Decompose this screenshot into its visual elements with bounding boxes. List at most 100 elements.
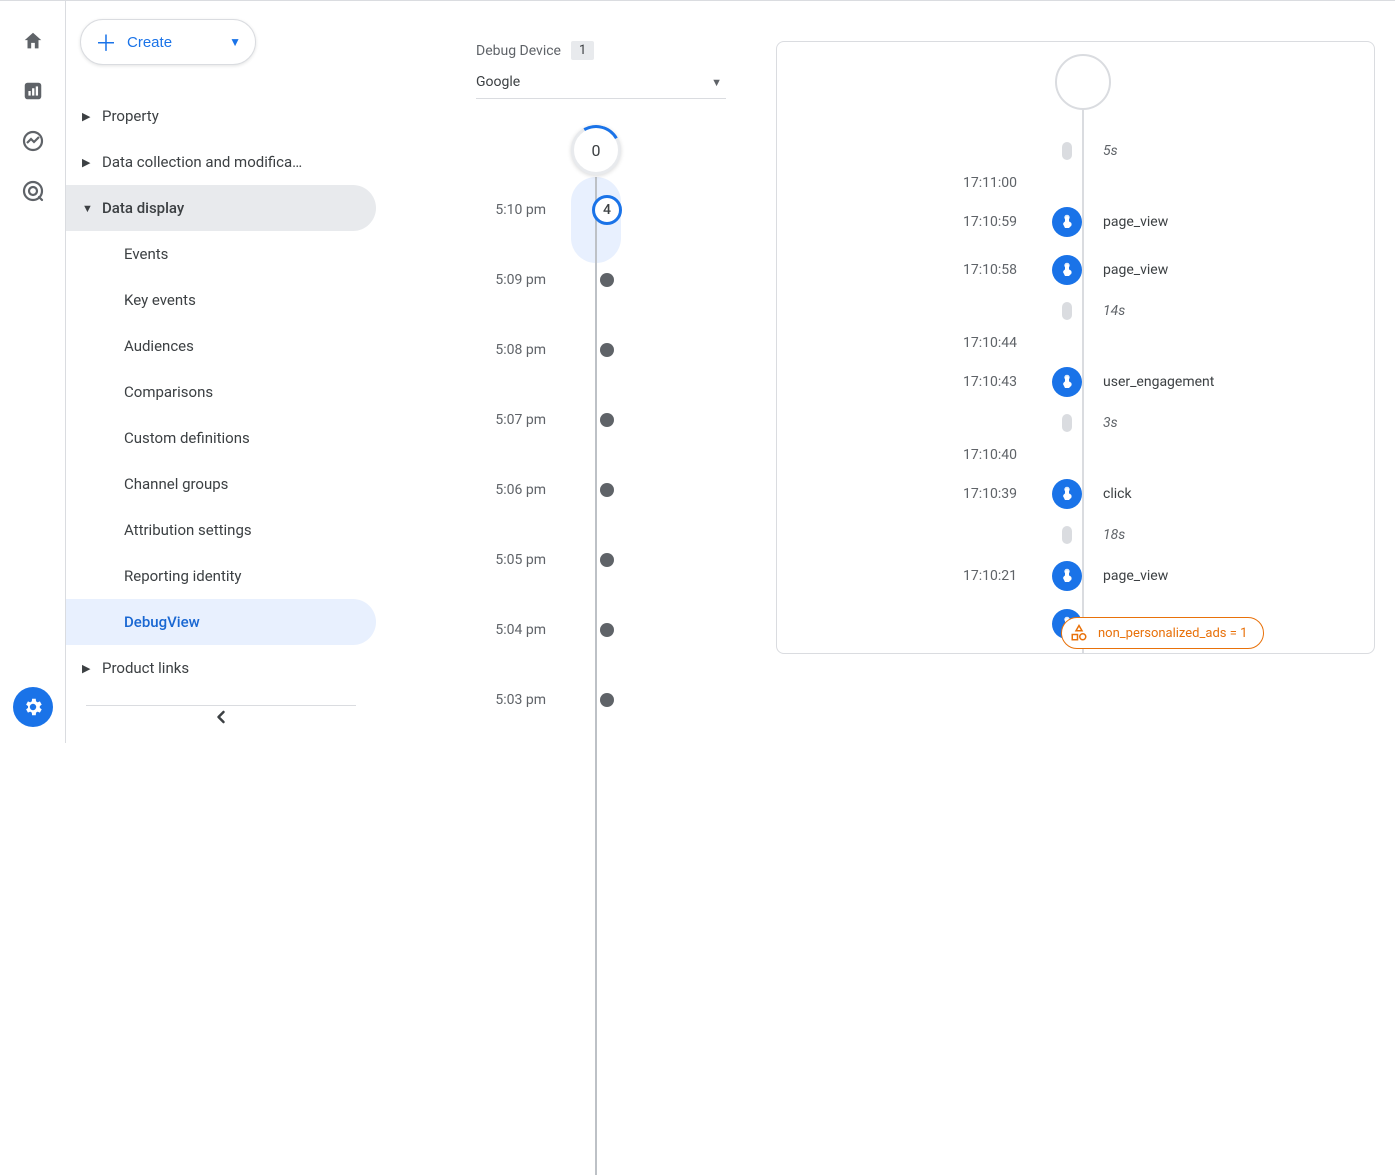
event-label: page_view: [1087, 262, 1168, 278]
tree-sub-debugview[interactable]: DebugView: [66, 599, 376, 645]
user-property-icon: [1070, 624, 1088, 642]
tree-sub-audiences[interactable]: Audiences: [66, 323, 376, 369]
chevron-down-icon: ▼: [711, 76, 722, 89]
tree-item-product-links[interactable]: ▶ Product links: [66, 645, 376, 691]
gap-knob-icon: [1062, 526, 1072, 544]
device-selector[interactable]: Google ▼: [476, 68, 726, 99]
minute-row[interactable]: 5:10 pm 4: [476, 175, 736, 245]
event-row: 17:10:44: [807, 328, 1344, 358]
tree-sub-comparisons[interactable]: Comparisons: [66, 369, 376, 415]
icon-rail: [0, 1, 66, 743]
event-time: 17:10:21: [807, 568, 1047, 584]
touch-event-icon: [1052, 367, 1082, 397]
timeline-line: [595, 177, 597, 1175]
minute-label: 5:10 pm: [476, 202, 546, 218]
event-row[interactable]: 17:10:59 page_view: [807, 198, 1344, 246]
gap-knob-icon: [1062, 302, 1072, 320]
divider: [86, 705, 356, 706]
event-row: 14s: [807, 294, 1344, 328]
gap-label: 14s: [1087, 303, 1125, 319]
minute-dot: [600, 343, 614, 357]
minute-label: 5:08 pm: [476, 342, 546, 358]
selected-minute-bubble[interactable]: 4: [592, 195, 622, 225]
advertising-icon[interactable]: [21, 179, 45, 203]
debug-device-row: Debug Device 1: [476, 41, 736, 60]
tree-sub-channel-groups[interactable]: Channel groups: [66, 461, 376, 507]
tree-sub-reporting-identity[interactable]: Reporting identity: [66, 553, 376, 599]
minute-label: 5:04 pm: [476, 622, 546, 638]
tree-sub-events[interactable]: Events: [66, 231, 376, 277]
minute-row[interactable]: 5:09 pm: [476, 245, 736, 315]
touch-event-icon: [1052, 207, 1082, 237]
create-label: Create: [127, 34, 172, 51]
home-icon[interactable]: [21, 29, 45, 53]
event-time: 17:10:39: [807, 486, 1047, 502]
minute-dot: [600, 273, 614, 287]
gap-label: 18s: [1087, 527, 1125, 543]
event-label: user_engagement: [1087, 374, 1214, 390]
event-label: page_view: [1087, 568, 1168, 584]
chevron-down-icon: ▼: [229, 35, 241, 49]
selected-device: Google: [476, 74, 520, 90]
event-row: 18s: [807, 518, 1344, 552]
event-row: 3s: [807, 406, 1344, 440]
user-property-label: non_personalized_ads = 1: [1098, 626, 1247, 641]
admin-gear-icon[interactable]: [13, 687, 53, 727]
tree-item-data-collection[interactable]: ▶ Data collection and modifica…: [66, 139, 376, 185]
minute-label: 5:07 pm: [476, 412, 546, 428]
create-button[interactable]: ＋ Create ▼: [80, 19, 256, 65]
gap-knob-icon: [1062, 414, 1072, 432]
live-counter-bubble[interactable]: 0: [571, 125, 621, 175]
event-row[interactable]: 17:10:39 click: [807, 470, 1344, 518]
event-time: 17:11:00: [807, 175, 1047, 191]
caret-right-icon: ▶: [82, 662, 102, 675]
minute-dot: [600, 693, 614, 707]
event-time: 17:10:44: [807, 335, 1047, 351]
minute-label: 5:05 pm: [476, 552, 546, 568]
caret-right-icon: ▶: [82, 156, 102, 169]
explore-icon[interactable]: [21, 129, 45, 153]
plus-icon: ＋: [95, 26, 117, 58]
minute-row[interactable]: 5:05 pm: [476, 525, 736, 595]
minute-dot: [600, 413, 614, 427]
touch-event-icon: [1052, 255, 1082, 285]
collapse-panel-icon[interactable]: [211, 707, 231, 727]
user-property-pill[interactable]: non_personalized_ads = 1: [1061, 617, 1264, 649]
settings-tree: ▶ Property ▶ Data collection and modific…: [66, 93, 376, 706]
gap-label: 5s: [1087, 143, 1118, 159]
caret-down-icon: ▼: [82, 202, 102, 215]
event-time: 17:10:43: [807, 374, 1047, 390]
minute-row[interactable]: 5:06 pm: [476, 455, 736, 525]
minute-dot: [600, 483, 614, 497]
minute-dot: [600, 623, 614, 637]
minute-row[interactable]: 5:07 pm: [476, 385, 736, 455]
event-row[interactable]: 17:10:43 user_engagement: [807, 358, 1344, 406]
minute-label: 5:09 pm: [476, 272, 546, 288]
minute-dot: [600, 553, 614, 567]
event-time: 17:10:58: [807, 262, 1047, 278]
minute-row[interactable]: 5:08 pm: [476, 315, 736, 385]
tree-item-data-display[interactable]: ▼ Data display: [66, 185, 376, 231]
event-row: 17:10:40: [807, 440, 1344, 470]
tree-sub-custom-definitions[interactable]: Custom definitions: [66, 415, 376, 461]
touch-event-icon: [1052, 479, 1082, 509]
tree-sub-key-events[interactable]: Key events: [66, 277, 376, 323]
main-content: Debug Device 1 Google ▼ 0 5:10 pm 4 5:09 p…: [376, 1, 1395, 743]
event-row[interactable]: 17:10:21 page_view: [807, 552, 1344, 600]
touch-event-icon: [1052, 561, 1082, 591]
tree-item-property[interactable]: ▶ Property: [66, 93, 376, 139]
minute-row[interactable]: 5:03 pm: [476, 665, 736, 735]
debug-device-label: Debug Device: [476, 43, 561, 59]
side-panel: ＋ Create ▼ ▶ Property ▶ Data collection …: [66, 1, 376, 743]
tree-sub-attribution-settings[interactable]: Attribution settings: [66, 507, 376, 553]
event-time: 17:10:59: [807, 214, 1047, 230]
event-label: page_view: [1087, 214, 1168, 230]
event-stream-panel: 5s 17:11:00 17:10:59 page_view 17:10:58 page_…: [776, 41, 1375, 654]
caret-right-icon: ▶: [82, 110, 102, 123]
event-row[interactable]: 17:10:58 page_view: [807, 246, 1344, 294]
minute-row[interactable]: 5:04 pm: [476, 595, 736, 665]
stream-head-icon: [1055, 54, 1111, 110]
reports-icon[interactable]: [21, 79, 45, 103]
event-label: click: [1087, 486, 1132, 502]
debug-device-count: 1: [571, 41, 594, 60]
